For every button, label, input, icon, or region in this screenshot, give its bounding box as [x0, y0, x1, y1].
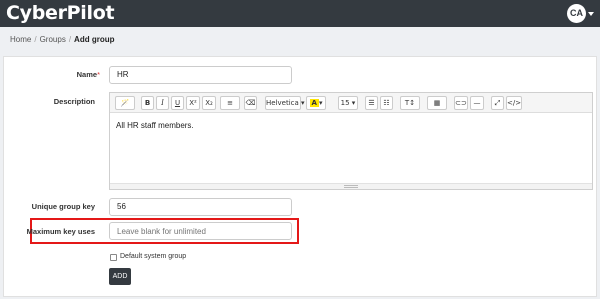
underline-button[interactable]: U — [171, 96, 184, 110]
fullscreen-button[interactable]: ⤢ — [491, 96, 504, 110]
editor-toolbar: 🪄 B I U X² X₂ ≡ ⌫ Helvetica ▾ A ▾ 15 ▾ ☰ … — [110, 93, 592, 113]
font-size-select[interactable]: 15 ▾ — [338, 96, 358, 110]
breadcrumb: Home / Groups / Add group — [10, 35, 114, 44]
unique-key-field[interactable]: 56 — [109, 198, 292, 216]
default-system-group-checkbox[interactable] — [110, 254, 117, 261]
chevron-down-icon[interactable] — [588, 12, 594, 16]
name-field[interactable]: HR — [109, 66, 292, 84]
breadcrumb-separator: / — [34, 35, 37, 44]
top-navbar: CyberPilot CA — [0, 0, 600, 27]
description-editor: 🪄 B I U X² X₂ ≡ ⌫ Helvetica ▾ A ▾ 15 ▾ ☰ … — [109, 92, 593, 190]
style-button[interactable]: 🪄 — [115, 96, 135, 110]
bold-button[interactable]: B — [141, 96, 154, 110]
app-logo[interactable]: CyberPilot — [6, 2, 115, 24]
user-avatar[interactable]: CA — [567, 4, 586, 23]
ordered-list-button[interactable]: ☷ — [380, 96, 393, 110]
name-label: Name* — [76, 70, 100, 79]
italic-button[interactable]: I — [156, 96, 169, 110]
code-view-button[interactable]: </> — [506, 96, 522, 110]
add-button[interactable]: ADD — [109, 268, 131, 285]
clear-format-button[interactable]: ⌫ — [244, 96, 257, 110]
text-color-icon: A — [309, 99, 319, 107]
align-button[interactable]: ≡ — [220, 96, 240, 110]
breadcrumb-separator: / — [68, 35, 72, 44]
breadcrumb-groups-link[interactable]: Groups — [40, 35, 66, 44]
breadcrumb-home-link[interactable]: Home — [10, 35, 31, 44]
max-key-uses-label: Maximum key uses — [26, 227, 95, 236]
description-label: Description — [53, 97, 95, 106]
text-color-button[interactable]: A ▾ — [306, 96, 326, 110]
table-button[interactable]: ▦ — [427, 96, 447, 110]
description-content[interactable]: All HR staff members. — [116, 121, 194, 130]
horizontal-rule-button[interactable]: — — [470, 96, 484, 110]
default-system-group-label: Default system group — [120, 253, 187, 260]
font-family-select[interactable]: Helvetica ▾ — [265, 96, 305, 110]
superscript-button[interactable]: X² — [186, 96, 200, 110]
line-height-button[interactable]: T↕ — [400, 96, 420, 110]
required-mark: * — [97, 70, 100, 79]
editor-resize-bar[interactable] — [110, 183, 592, 189]
breadcrumb-current: Add group — [74, 35, 115, 44]
unordered-list-button[interactable]: ☰ — [365, 96, 378, 110]
resize-grip-icon — [344, 185, 358, 188]
max-key-uses-field[interactable] — [109, 222, 292, 240]
link-button[interactable]: ⊂⊃ — [454, 96, 468, 110]
unique-key-label: Unique group key — [31, 202, 95, 211]
subscript-button[interactable]: X₂ — [202, 96, 216, 110]
